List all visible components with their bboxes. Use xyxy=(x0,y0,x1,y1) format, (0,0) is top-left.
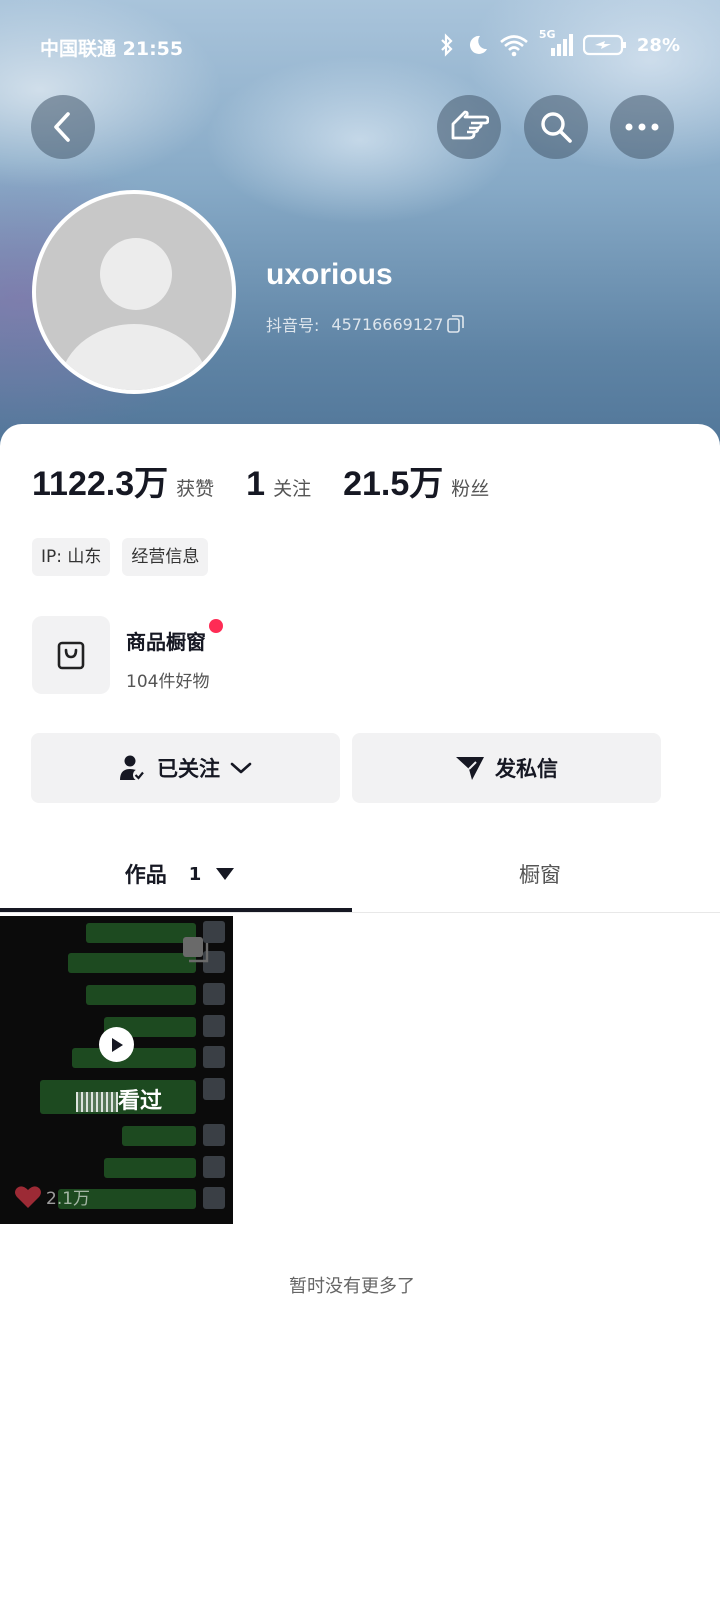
chat-avatar xyxy=(203,1046,225,1068)
following-label: 关注 xyxy=(273,478,312,500)
video-overlay-text: 看过 xyxy=(76,1083,162,1115)
bluetooth-icon xyxy=(441,33,453,57)
tab-showcase-label: 橱窗 xyxy=(519,863,561,887)
nickname: uxorious xyxy=(266,258,393,291)
video-overlay-caption: 看过 xyxy=(118,1089,163,1114)
battery-charging-icon xyxy=(582,34,626,56)
likes-count: 1122.3万 xyxy=(32,465,169,503)
more-button[interactable] xyxy=(610,95,674,159)
tab-works[interactable]: 作品 1 xyxy=(0,836,360,912)
chevron-left-icon xyxy=(54,112,70,142)
clock: 21:55 xyxy=(122,38,184,60)
douyin-id-value: 45716669127 xyxy=(331,314,444,334)
chat-avatar xyxy=(203,1156,225,1178)
chat-avatar xyxy=(203,983,225,1005)
business-info-tag[interactable]: 经营信息 xyxy=(122,538,209,576)
following-button-label: 已关注 xyxy=(157,757,220,781)
status-bar: 中国联通 21:55 5G 28% xyxy=(40,28,680,61)
status-carrier-time: 中国联通 21:55 xyxy=(40,34,183,61)
wifi-icon xyxy=(500,35,528,57)
shop-window-entry[interactable] xyxy=(32,616,110,694)
following-count: 1 xyxy=(246,465,266,503)
shop-window-count: 104件好物 xyxy=(126,672,210,692)
send-message-label: 发私信 xyxy=(495,757,558,781)
battery-percent: 28% xyxy=(636,34,680,56)
douyin-id-label: 抖音号: xyxy=(266,316,320,335)
more-dots-icon xyxy=(625,123,659,131)
paper-plane-icon xyxy=(456,757,484,780)
chat-avatar xyxy=(203,1124,225,1146)
avatar[interactable] xyxy=(32,190,236,394)
content-tabs: 作品 1 橱窗 xyxy=(0,836,720,913)
pointing-hand-icon xyxy=(451,110,489,140)
chat-bubble xyxy=(72,1048,196,1068)
followers-count: 21.5万 xyxy=(343,465,444,503)
chat-avatar xyxy=(203,1187,225,1209)
profile-tags: IP: 山东 经营信息 xyxy=(32,538,209,576)
video-thumbnail[interactable] xyxy=(0,916,233,1224)
video-likes: 2.1万 xyxy=(14,1184,90,1209)
blurred-text xyxy=(76,1092,118,1112)
video-like-count: 2.1万 xyxy=(46,1189,91,1209)
likes-label: 获赞 xyxy=(176,478,215,500)
chat-avatar xyxy=(203,1015,225,1037)
poke-button[interactable] xyxy=(437,95,501,159)
notification-dot xyxy=(209,619,223,633)
send-message-button[interactable]: 发私信 xyxy=(352,733,661,803)
chat-bubble xyxy=(86,985,196,1005)
signal-5g-icon: 5G xyxy=(539,28,573,58)
active-tab-indicator xyxy=(0,908,352,912)
stat-followers[interactable]: 21.5万 粉丝 xyxy=(343,456,489,505)
carrier-name: 中国联通 xyxy=(40,38,117,60)
shop-window-title[interactable]: 商品橱窗 xyxy=(126,626,206,655)
multi-select-icon xyxy=(183,937,209,963)
play-icon xyxy=(111,1037,123,1052)
copy-icon[interactable] xyxy=(447,314,465,334)
avatar-head-shape xyxy=(100,238,172,310)
chat-bubble xyxy=(68,953,196,973)
chat-bubble xyxy=(104,1158,196,1178)
following-button[interactable]: 已关注 xyxy=(31,733,340,803)
chat-avatar xyxy=(203,1078,225,1100)
play-button[interactable] xyxy=(99,1027,134,1062)
stat-likes[interactable]: 1122.3万 获赞 xyxy=(32,456,214,505)
no-more-content: 暂时没有更多了 xyxy=(289,1276,415,1297)
chat-bubble xyxy=(86,923,196,943)
caret-down-icon xyxy=(216,868,235,880)
profile-stats: 1122.3万 获赞 1 关注 21.5万 粉丝 xyxy=(32,456,489,505)
default-avatar-icon xyxy=(36,194,232,390)
avatar-body-shape xyxy=(59,324,209,390)
chat-bubble xyxy=(122,1126,196,1146)
tab-showcase[interactable]: 橱窗 xyxy=(360,836,720,912)
user-check-icon xyxy=(120,755,145,781)
heart-icon xyxy=(15,1185,41,1208)
moon-icon xyxy=(469,35,487,54)
search-button[interactable] xyxy=(524,95,588,159)
shopping-bag-icon xyxy=(57,641,85,670)
chevron-down-icon xyxy=(230,762,252,774)
followers-label: 粉丝 xyxy=(451,478,490,500)
tab-works-label: 作品 xyxy=(124,863,167,887)
status-icons: 5G 28% xyxy=(439,28,680,58)
ip-location-tag: IP: 山东 xyxy=(32,538,111,576)
search-icon xyxy=(541,112,572,143)
douyin-id: 抖音号: 45716669127 xyxy=(266,312,465,336)
back-button[interactable] xyxy=(31,95,95,159)
tab-works-count: 1 xyxy=(188,863,202,885)
stat-following[interactable]: 1 关注 xyxy=(246,465,311,504)
